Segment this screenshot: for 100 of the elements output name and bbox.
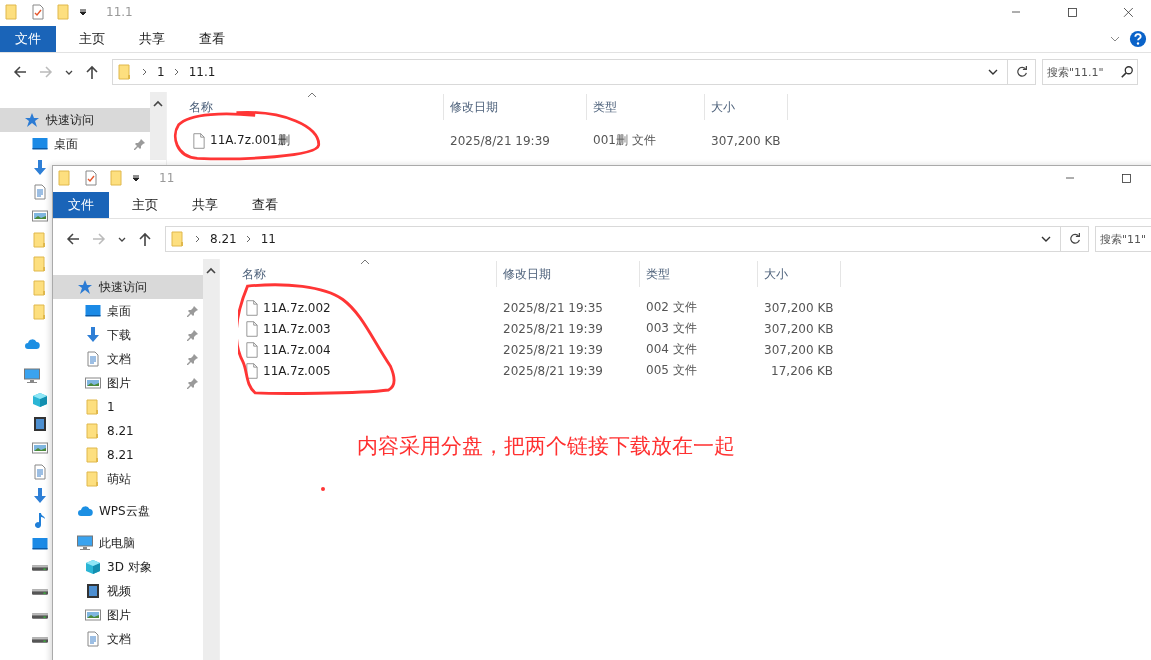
sidebar-label: 文档: [107, 630, 131, 648]
breadcrumb[interactable]: 11: [260, 232, 276, 246]
star-icon: [77, 279, 93, 295]
address-bar[interactable]: 8.21 11: [165, 226, 1061, 252]
sidebar-item[interactable]: 此电脑: [53, 531, 203, 555]
refresh-icon: [1014, 65, 1029, 80]
column-header[interactable]: 名称: [167, 94, 444, 120]
ribbon-tab[interactable]: 文件: [0, 26, 56, 52]
breadcrumb[interactable]: 8.21: [210, 232, 237, 246]
monitor-icon: [32, 136, 48, 152]
up-arrow-icon[interactable]: [137, 231, 153, 247]
table-cell-text: 2025/8/21 19:39: [502, 342, 604, 357]
chevron-icon[interactable]: [141, 67, 149, 78]
sidebar-item[interactable]: 3D 对象: [53, 555, 203, 579]
sidebar-label: 1: [107, 400, 115, 414]
breadcrumb[interactable]: 1: [157, 65, 165, 80]
sidebar-item[interactable]: 桌面: [0, 132, 150, 156]
sidebar-label: 桌面: [54, 135, 78, 153]
folder-icon: [85, 447, 101, 463]
column-header[interactable]: 修改日期: [497, 261, 640, 287]
ribbon-tab[interactable]: 共享: [122, 26, 182, 52]
cube-icon: [85, 559, 101, 575]
checked-document-icon[interactable]: [83, 170, 99, 186]
dropdown-icon[interactable]: [131, 173, 141, 183]
sidebar-item[interactable]: 快速访问: [53, 275, 203, 299]
refresh-button[interactable]: [1008, 59, 1036, 86]
dropdown-icon[interactable]: [78, 7, 88, 17]
cloud-icon: [77, 503, 93, 519]
sidebar-item[interactable]: 1: [53, 395, 203, 419]
picture-icon: [32, 440, 48, 456]
sidebar-item[interactable]: 下载: [53, 323, 203, 347]
sidebar-item[interactable]: 图片: [53, 371, 203, 395]
column-header[interactable]: 类型: [587, 94, 705, 120]
computer-icon: [77, 535, 93, 551]
sidebar-item[interactable]: 8.21: [53, 419, 203, 443]
ribbon-tab[interactable]: 主页: [62, 26, 122, 52]
sidebar-item[interactable]: 视频: [53, 579, 203, 603]
sidebar-label: 图片: [107, 606, 131, 624]
down-arrow-icon: [32, 160, 48, 176]
ribbon-tab[interactable]: 查看: [235, 192, 295, 218]
column-header[interactable]: 大小: [705, 94, 788, 120]
help-icon[interactable]: [1129, 29, 1147, 48]
table-cell-text: 001删 文件: [592, 132, 657, 149]
document-icon: [85, 631, 101, 647]
monitor-icon: [32, 536, 48, 552]
file-icon: [246, 341, 258, 358]
checked-document-icon[interactable]: [30, 4, 46, 20]
star-icon: [24, 112, 40, 128]
table-cell-text: 002 文件: [645, 299, 698, 316]
back-arrow-icon[interactable]: [65, 231, 81, 247]
picture-icon: [32, 208, 48, 224]
chevron-icon[interactable]: [172, 67, 181, 78]
annotation-text: 内容采用分盘，把两个链接下载放在一起: [357, 433, 735, 460]
scrollbar[interactable]: [203, 259, 219, 660]
picture-icon: [85, 607, 101, 623]
scrollbar[interactable]: [150, 92, 166, 160]
sidebar-item[interactable]: WPS云盘: [53, 499, 203, 523]
address-bar[interactable]: 1 11.1: [112, 59, 1008, 86]
ribbon-tab[interactable]: 文件: [53, 192, 109, 218]
column-header[interactable]: 名称: [220, 261, 497, 287]
up-arrow-icon[interactable]: [84, 64, 100, 81]
sidebar-item[interactable]: 8.21: [53, 443, 203, 467]
table-cell-text: 307,200 KB: [763, 300, 835, 315]
sidebar-item[interactable]: 桌面: [53, 299, 203, 323]
sidebar-item[interactable]: 快速访问: [0, 108, 150, 132]
sidebar-item[interactable]: 萌站: [53, 467, 203, 491]
search-field[interactable]: 搜索"11.1": [1042, 59, 1138, 86]
breadcrumb[interactable]: 11.1: [188, 65, 216, 80]
chevron-icon[interactable]: [244, 234, 253, 244]
sidebar-item[interactable]: 图片: [53, 603, 203, 627]
sidebar-label: 桌面: [107, 302, 131, 320]
file-name[interactable]: 11A.7z.005: [263, 363, 331, 378]
ribbon-tab[interactable]: 共享: [175, 192, 235, 218]
file-icon: [193, 132, 205, 149]
folder-icon: [170, 231, 186, 247]
sort-caret-icon: [307, 92, 317, 98]
column-header[interactable]: 修改日期: [444, 94, 587, 120]
column-header[interactable]: 大小: [758, 261, 841, 287]
chevron-icon[interactable]: [194, 234, 202, 244]
window-title: 11: [159, 171, 175, 185]
file-name[interactable]: 11A.7z.004: [263, 342, 331, 357]
file-name[interactable]: 11A.7z.001删: [210, 132, 290, 149]
sidebar-item[interactable]: 文档: [53, 347, 203, 371]
sort-caret-icon: [360, 259, 370, 265]
folder-icon: [32, 304, 48, 320]
table-cell-text: 003 文件: [645, 320, 698, 337]
table-cell-text: 17,206 KB: [770, 363, 834, 378]
refresh-button[interactable]: [1061, 226, 1089, 252]
column-header[interactable]: 类型: [640, 261, 758, 287]
ribbon-tab[interactable]: 主页: [115, 192, 175, 218]
file-name[interactable]: 11A.7z.002: [263, 300, 331, 315]
ribbon-tab[interactable]: 查看: [182, 26, 242, 52]
file-name[interactable]: 11A.7z.003: [263, 321, 331, 336]
table-cell-text: 307,200 KB: [763, 321, 835, 336]
sidebar-item[interactable]: 文档: [53, 627, 203, 651]
folder-icon: [117, 64, 133, 81]
search-field[interactable]: 搜索"11": [1095, 226, 1151, 252]
film-icon: [85, 583, 101, 599]
folder-icon: [32, 280, 48, 296]
document-icon: [32, 464, 48, 480]
